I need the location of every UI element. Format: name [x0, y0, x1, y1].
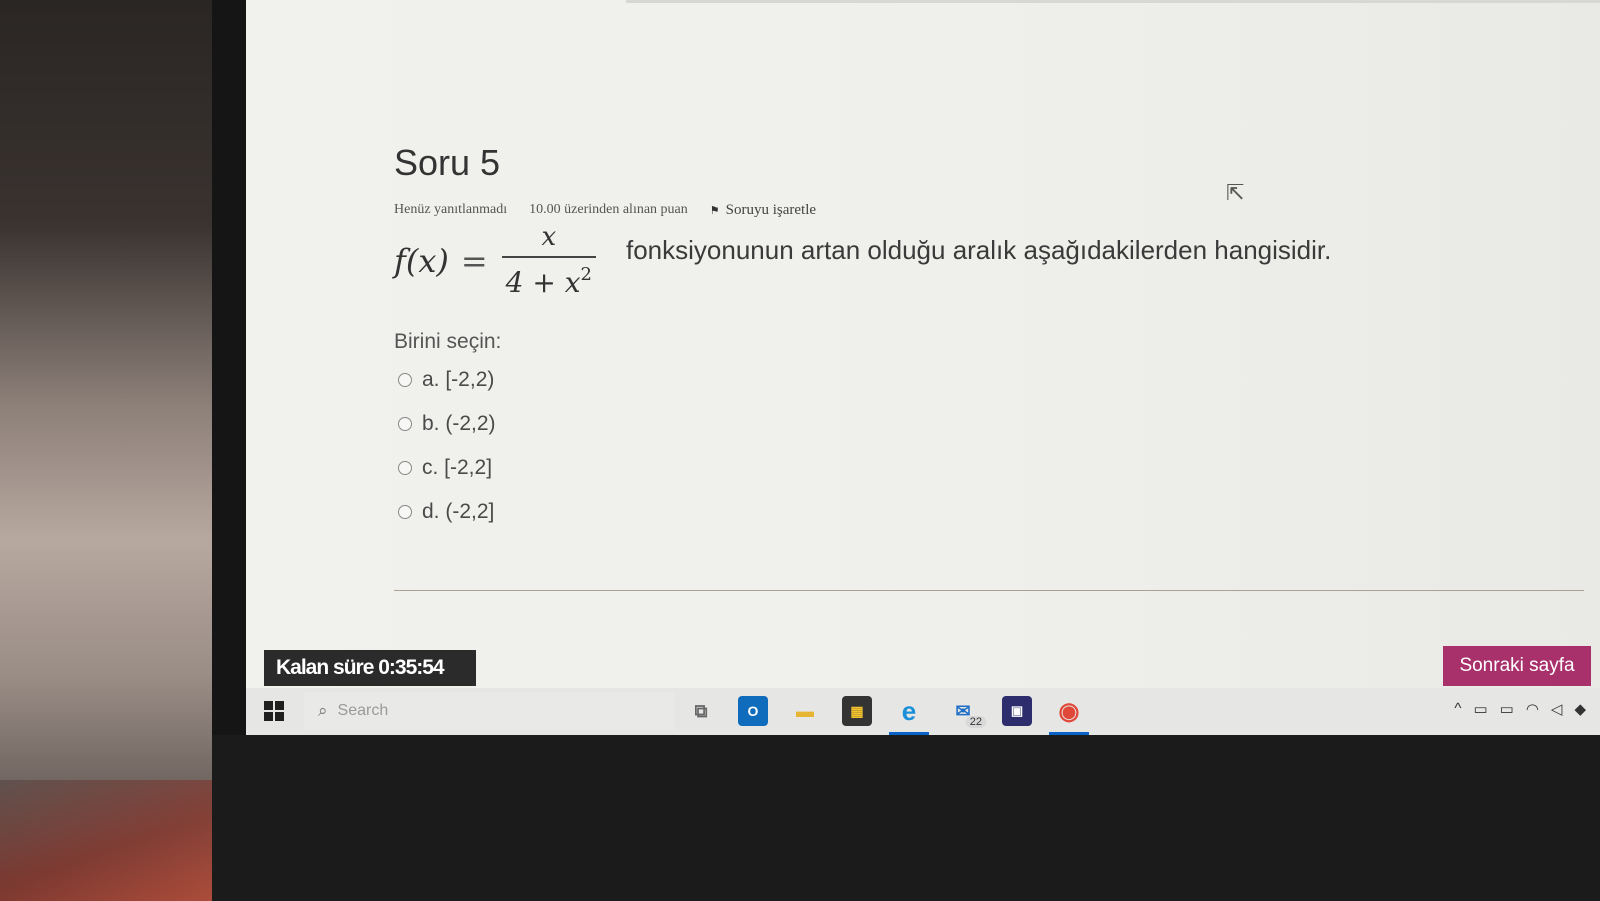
battery-icon[interactable]: ▭: [1500, 700, 1514, 718]
option-a-label: a. [-2,2): [422, 368, 495, 391]
formula-numerator: x: [541, 222, 557, 252]
volume-icon[interactable]: ◁: [1551, 700, 1563, 718]
question-formula: f(x) = x 4 + x2: [394, 222, 596, 299]
mouse-cursor-icon: ⇱: [1226, 180, 1245, 205]
question-points: 10.00 üzerinden alınan puan: [529, 202, 688, 217]
next-page-button[interactable]: Sonraki sayfa: [1443, 646, 1591, 686]
top-border: [626, 0, 1600, 3]
search-icon: ⌕: [318, 701, 328, 720]
question-text: fonksiyonunun artan olduğu aralık aşağıd…: [626, 235, 1332, 265]
radio-c[interactable]: [398, 461, 412, 475]
photo-background-left: [0, 0, 240, 901]
option-c[interactable]: c. [-2,2]: [398, 456, 492, 480]
flag-question-link[interactable]: ⚑ Soruyu işaretle: [710, 202, 816, 219]
flag-icon: ⚑: [709, 205, 720, 217]
timer: Kalan süre 0:35:54: [264, 650, 476, 686]
file-explorer-icon[interactable]: ▬: [790, 696, 820, 726]
question-status: Henüz yanıtlanmadı: [394, 202, 508, 217]
dropbox-icon[interactable]: ◆: [1574, 700, 1586, 718]
divider: [394, 590, 1584, 591]
monitor-bezel-bottom: [212, 735, 1600, 901]
formula-denominator-base: 4 + x: [505, 266, 581, 299]
store-icon[interactable]: ▦: [842, 696, 872, 726]
option-c-label: c. [-2,2]: [422, 456, 493, 479]
taskbar-search[interactable]: ⌕ Search: [304, 692, 674, 730]
formula-equals: =: [460, 241, 488, 280]
display-icon[interactable]: ▭: [1473, 700, 1487, 718]
mail-badge: 22: [965, 716, 986, 728]
photo-background-cloth: [0, 780, 215, 901]
option-b-label: b. (-2,2): [422, 412, 496, 435]
edge-active-indicator: [889, 732, 929, 735]
app-icon[interactable]: ▣: [1002, 696, 1032, 726]
wifi-icon[interactable]: ◠: [1526, 700, 1539, 718]
option-b[interactable]: b. (-2,2): [398, 412, 496, 436]
chevron-up-icon[interactable]: ^: [1454, 700, 1461, 718]
formula-denominator: 4 + x2: [501, 256, 596, 299]
mail-icon[interactable]: ✉ 22: [948, 696, 986, 728]
radio-d[interactable]: [398, 505, 412, 519]
option-d[interactable]: d. (-2,2]: [398, 500, 494, 524]
chrome-active-indicator: [1049, 732, 1089, 735]
radio-b[interactable]: [398, 417, 412, 431]
task-view-icon[interactable]: ⧉: [686, 696, 716, 726]
option-a[interactable]: a. [-2,2): [398, 368, 494, 392]
flag-question-label: Soruyu işaretle: [725, 202, 817, 218]
search-placeholder: Search: [337, 702, 389, 719]
formula-exponent: 2: [580, 264, 592, 285]
chrome-icon[interactable]: ◉: [1054, 696, 1084, 726]
formula-fraction: x 4 + x2: [501, 222, 596, 299]
radio-a[interactable]: [398, 373, 412, 387]
taskbar: ⌕ Search ⧉ O ▬ ▦ e ✉ 22 ▣ ◉ ^ ▭ ▭ ◠ ◁ ◆: [246, 688, 1600, 735]
choose-label: Birini seçin:: [394, 330, 502, 353]
system-tray: ^ ▭ ▭ ◠ ◁ ◆: [1454, 700, 1586, 718]
question-meta: Henüz yanıtlanmadı 10.00 üzerinden alına…: [394, 202, 816, 219]
formula-lhs: f(x): [394, 241, 449, 280]
windows-start-icon[interactable]: [264, 701, 284, 721]
outlook-icon[interactable]: O: [738, 696, 768, 726]
option-d-label: d. (-2,2]: [422, 500, 495, 523]
edge-icon[interactable]: e: [894, 696, 924, 726]
screen: Soru 5 Henüz yanıtlanmadı 10.00 üzerinde…: [246, 0, 1600, 735]
question-title: Soru 5: [394, 142, 501, 183]
